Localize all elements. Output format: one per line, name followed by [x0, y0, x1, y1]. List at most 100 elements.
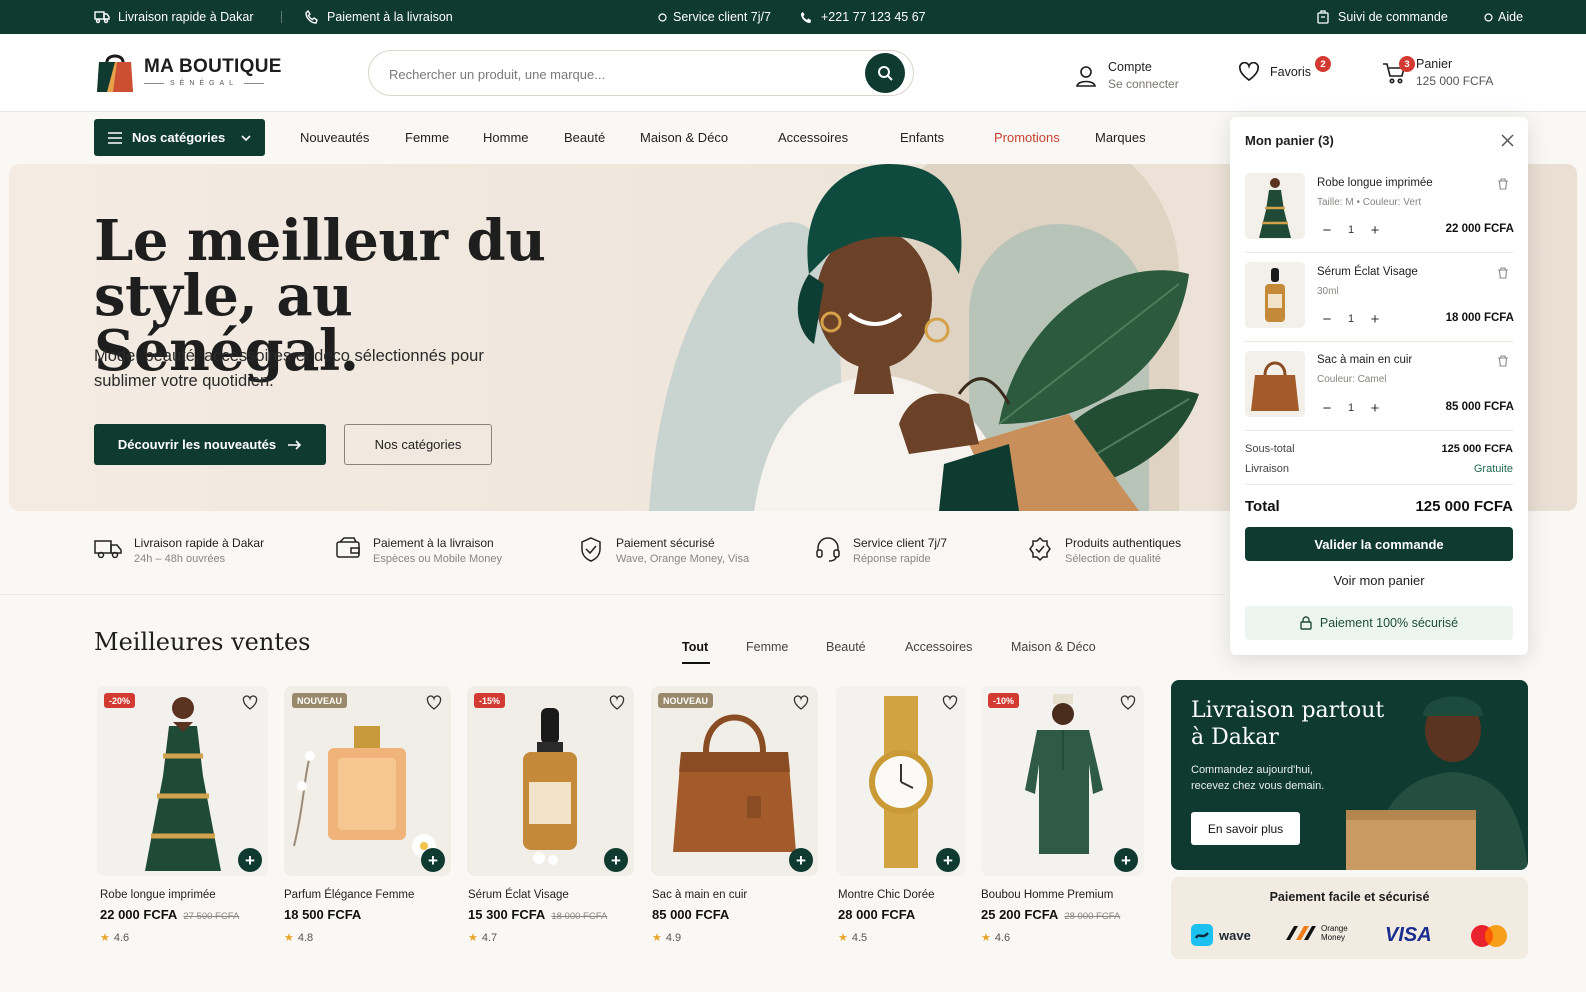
our-categories-button[interactable]: Nos catégories — [344, 424, 492, 465]
nav-link-maison-deco[interactable]: Maison & Déco — [640, 130, 728, 145]
categories-menu-label: Nos catégories — [132, 130, 226, 145]
menu-icon — [108, 131, 122, 144]
brand-subtitle-text: SÉNÉGAL — [170, 80, 239, 87]
decrease-qty-button[interactable]: − — [1317, 222, 1337, 239]
nav-link-beaute[interactable]: Beauté — [564, 130, 605, 145]
heart-icon[interactable] — [609, 695, 625, 711]
payment-methods-title: Paiement facile et sécurisé — [1269, 890, 1430, 904]
increase-qty-button[interactable]: + — [1365, 311, 1385, 328]
add-to-cart-button[interactable]: + — [238, 848, 262, 872]
topbar-delivery-label: Livraison rapide à Dakar — [118, 10, 254, 24]
price-current: 28 000 FCFA — [838, 907, 916, 922]
nav-link-femme[interactable]: Femme — [405, 130, 449, 145]
tab-maison-deco[interactable]: Maison & Déco — [1011, 640, 1096, 654]
product-name[interactable]: Parfum Élégance Femme — [284, 889, 414, 901]
nav-link-nouveautes[interactable]: Nouveautés — [300, 130, 369, 145]
orange-money-icon — [1286, 926, 1316, 940]
product-name[interactable]: Sac à main en cuir — [652, 889, 747, 901]
product-card-image[interactable] — [981, 686, 1144, 876]
logo[interactable] — [95, 48, 135, 96]
cart-item-name[interactable]: Sérum Éclat Visage — [1317, 266, 1418, 278]
add-to-cart-button[interactable]: + — [936, 848, 960, 872]
heart-icon[interactable] — [242, 695, 258, 711]
heart-icon[interactable] — [1120, 695, 1136, 711]
account-link[interactable]: Compte Se connecter — [1074, 60, 1179, 91]
topbar-phone[interactable]: +221 77 123 45 67 — [800, 0, 926, 34]
cart-total-row: Total 125 000 FCFA — [1245, 498, 1513, 515]
headset-icon — [816, 537, 840, 562]
tab-femme[interactable]: Femme — [746, 640, 788, 654]
search-input[interactable] — [389, 63, 859, 85]
product-name[interactable]: Boubou Homme Premium — [981, 889, 1113, 901]
trash-icon[interactable] — [1497, 178, 1509, 190]
lock-icon — [1300, 616, 1312, 630]
subtotal-value: 125 000 FCFA — [1441, 443, 1513, 455]
badge-check-icon — [1029, 536, 1051, 562]
bestsellers-title: Meilleures ventes — [94, 628, 311, 656]
nav-link-enfants[interactable]: Enfants — [900, 130, 944, 145]
favorites-label: Favoris — [1270, 65, 1311, 79]
product-rating: ★ 4.8 — [284, 931, 313, 945]
categories-menu-button[interactable]: Nos catégories — [94, 119, 265, 156]
topbar-tracking-link[interactable]: Suivi de commande — [1316, 0, 1448, 34]
add-to-cart-button[interactable]: + — [421, 848, 445, 872]
product-name[interactable]: Sérum Éclat Visage — [468, 889, 569, 901]
product-name[interactable]: Montre Chic Dorée — [838, 889, 935, 901]
brand-name[interactable]: MA BOUTIQUE — [144, 56, 282, 78]
trash-icon[interactable] — [1497, 355, 1509, 367]
search-button[interactable] — [865, 53, 905, 93]
add-to-cart-button[interactable]: + — [789, 848, 813, 872]
heart-icon[interactable] — [942, 695, 958, 711]
feature-title: Paiement à la livraison — [373, 536, 494, 550]
topbar-help-link[interactable]: Aide — [1484, 0, 1523, 34]
feature-subtitle: Sélection de qualité — [1065, 553, 1162, 565]
heart-icon[interactable] — [793, 695, 809, 711]
topbar-service-label: Service client 7j/7 — [673, 10, 771, 24]
wave-logo: wave — [1191, 924, 1251, 946]
nav-link-homme[interactable]: Homme — [483, 130, 529, 145]
boubou-image — [981, 686, 1144, 876]
cart-item-name[interactable]: Sac à main en cuir — [1317, 354, 1412, 366]
product-card-image[interactable] — [651, 686, 818, 876]
delivery-label: Livraison — [1245, 463, 1290, 475]
favorites-link[interactable]: Favoris — [1238, 62, 1311, 82]
product-price: 25 200 FCFA 28 000 FCFA — [981, 907, 1120, 922]
product-name[interactable]: Robe longue imprimée — [100, 889, 216, 901]
increase-qty-button[interactable]: + — [1365, 222, 1385, 239]
discover-button-label: Découvrir les nouveautés — [117, 437, 277, 452]
increase-qty-button[interactable]: + — [1365, 400, 1385, 417]
learn-more-button[interactable]: En savoir plus — [1191, 812, 1300, 845]
discover-new-arrivals-button[interactable]: Découvrir les nouveautés — [94, 424, 326, 465]
feature-subtitle: 24h – 48h ouvrées — [134, 553, 226, 565]
star-icon: ★ — [981, 932, 991, 944]
nav-link-promotions[interactable]: Promotions — [994, 130, 1060, 145]
qty-value: 1 — [1347, 402, 1355, 414]
close-icon[interactable] — [1501, 134, 1514, 147]
tab-accessoires[interactable]: Accessoires — [905, 640, 972, 654]
nav-link-marques[interactable]: Marques — [1095, 130, 1146, 145]
active-tab-indicator — [682, 662, 710, 664]
cart-item-name[interactable]: Robe longue imprimée — [1317, 177, 1433, 189]
view-cart-link[interactable]: Voir mon panier — [1245, 573, 1513, 588]
decrease-qty-button[interactable]: − — [1317, 400, 1337, 417]
trash-icon[interactable] — [1497, 267, 1509, 279]
add-to-cart-button[interactable]: + — [1114, 848, 1138, 872]
price-current: 15 300 FCFA — [468, 907, 546, 922]
quantity-stepper: −1 + — [1317, 397, 1385, 419]
product-card-image[interactable] — [284, 686, 451, 876]
cart-count-badge: 3 — [1399, 56, 1415, 72]
heart-icon[interactable] — [426, 695, 442, 711]
product-card-image[interactable] — [97, 686, 268, 876]
product-card-image[interactable] — [467, 686, 634, 876]
validate-order-button[interactable]: Valider la commande — [1245, 527, 1513, 561]
feature-title: Paiement sécurisé — [616, 536, 715, 550]
nav-link-accessoires[interactable]: Accessoires — [778, 130, 848, 145]
tab-tout[interactable]: Tout — [682, 640, 708, 654]
tab-beaute[interactable]: Beauté — [826, 640, 866, 654]
phone-icon — [305, 10, 318, 24]
add-to-cart-button[interactable]: + — [604, 848, 628, 872]
discount-badge: -15% — [474, 693, 506, 708]
decrease-qty-button[interactable]: − — [1317, 311, 1337, 328]
learn-more-label: En savoir plus — [1207, 821, 1284, 836]
product-price: 85 000 FCFA — [652, 907, 735, 922]
